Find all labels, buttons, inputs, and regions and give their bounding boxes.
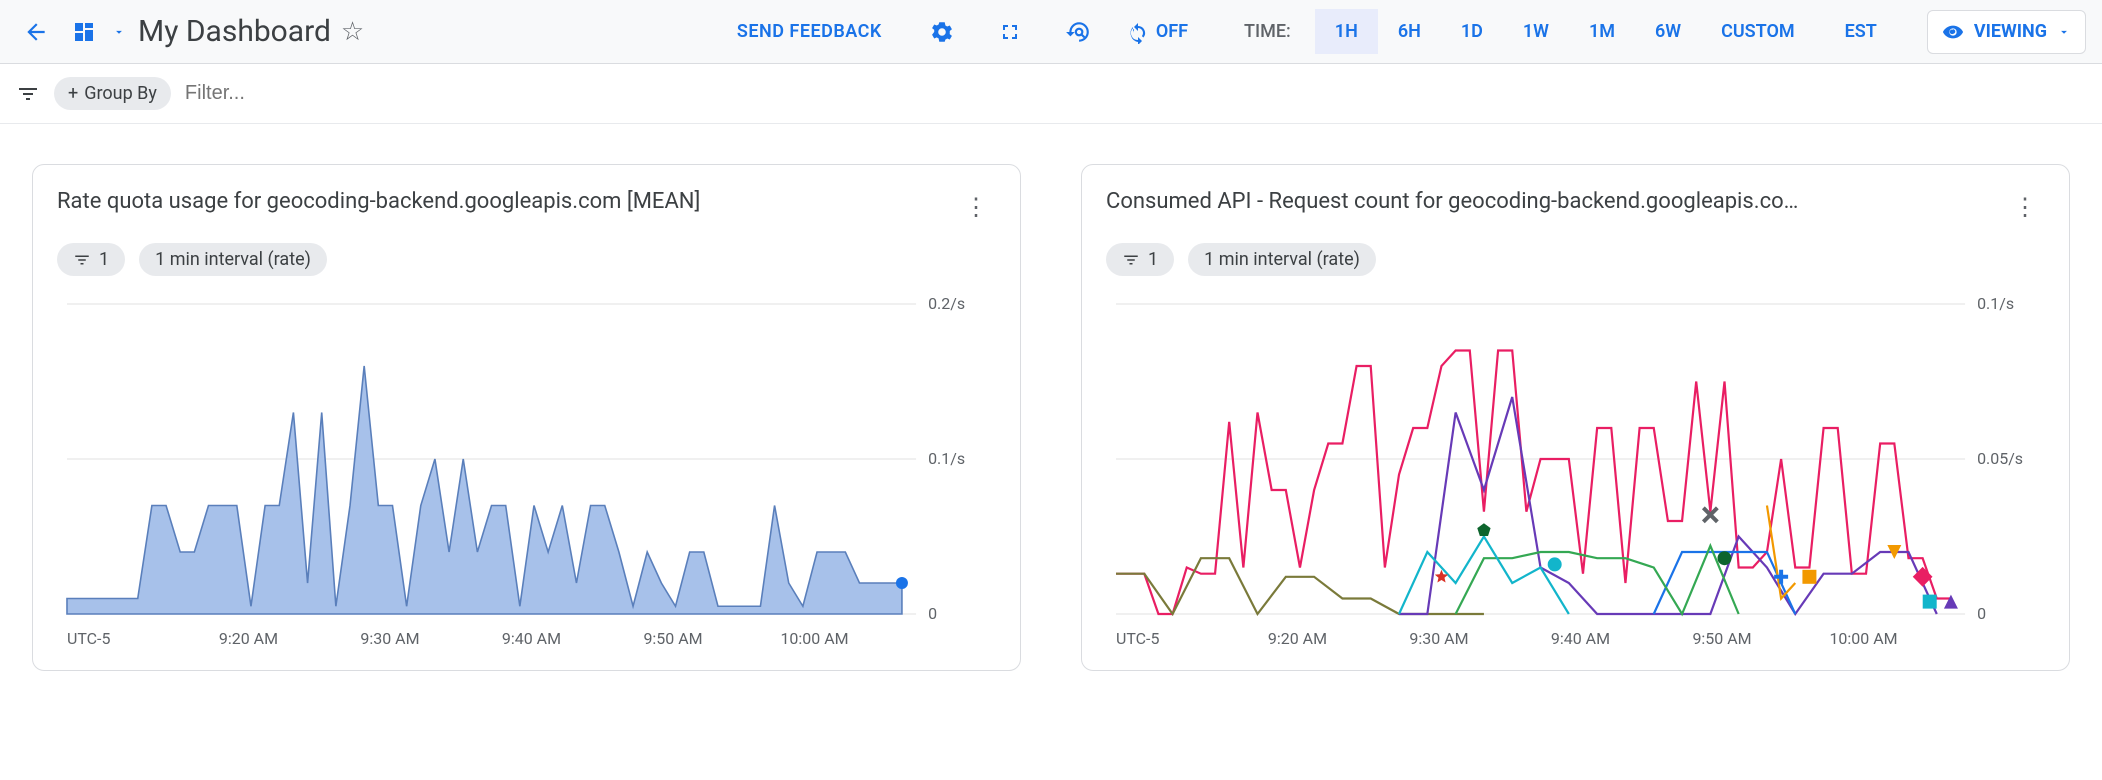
time-range-1h[interactable]: 1H xyxy=(1315,9,1378,54)
filter-count: 1 xyxy=(1148,249,1158,270)
interval-chip[interactable]: 1 min interval (rate) xyxy=(139,243,327,276)
svg-text:0.05/s: 0.05/s xyxy=(1977,449,2023,468)
svg-text:UTC-5: UTC-5 xyxy=(67,629,110,648)
send-feedback-link[interactable]: SEND FEEDBACK xyxy=(725,21,894,42)
svg-text:9:50 AM: 9:50 AM xyxy=(643,629,702,648)
fullscreen-icon[interactable] xyxy=(990,12,1030,52)
svg-text:0.1/s: 0.1/s xyxy=(928,449,965,468)
kebab-menu-icon[interactable]: ⋮ xyxy=(2005,189,2045,225)
svg-text:9:40 AM: 9:40 AM xyxy=(502,629,561,648)
kebab-menu-icon[interactable]: ⋮ xyxy=(956,189,996,225)
timezone-button[interactable]: EST xyxy=(1823,11,1899,52)
viewing-label: VIEWING xyxy=(1974,21,2047,42)
filter-list-icon[interactable] xyxy=(16,82,40,106)
svg-text:9:20 AM: 9:20 AM xyxy=(219,629,278,648)
time-range-1w[interactable]: 1W xyxy=(1503,9,1569,54)
chart-card-requests: Consumed API - Request count for geocodi… xyxy=(1081,164,2070,671)
favorite-star-icon[interactable]: ☆ xyxy=(341,17,364,47)
filter-input[interactable] xyxy=(185,82,485,105)
svg-text:0.1/s: 0.1/s xyxy=(1977,294,2014,313)
auto-refresh-label: OFF xyxy=(1156,21,1188,42)
layout-dropdown-icon[interactable] xyxy=(112,25,126,39)
filter-icon xyxy=(1122,251,1140,269)
chart-title: Rate quota usage for geocoding-backend.g… xyxy=(57,189,700,214)
topbar: My Dashboard ☆ SEND FEEDBACK OFF TIME: 1… xyxy=(0,0,2102,64)
chart-card-quota: Rate quota usage for geocoding-backend.g… xyxy=(32,164,1021,671)
interval-label: 1 min interval (rate) xyxy=(155,249,311,270)
svg-text:9:20 AM: 9:20 AM xyxy=(1268,629,1327,648)
time-range-6w[interactable]: 6W xyxy=(1635,9,1701,54)
svg-text:9:50 AM: 9:50 AM xyxy=(1692,629,1751,648)
time-label: TIME: xyxy=(1244,21,1291,42)
svg-text:UTC-5: UTC-5 xyxy=(1116,629,1159,648)
chart-area-requests[interactable]: 0 0.05/s 0.1/s UTC-5 9:20 AM 9:30 AM 9:40 AM 9:… xyxy=(1106,294,2045,654)
chart-area-quota[interactable]: 0 0.1/s 0.2/s UTC-5 9:20 AM 9:30 AM 9:40 AM 9:5… xyxy=(57,294,996,654)
filter-count-chip[interactable]: 1 xyxy=(57,243,125,276)
time-range-1d[interactable]: 1D xyxy=(1441,9,1503,54)
svg-text:0: 0 xyxy=(928,604,937,623)
svg-text:9:30 AM: 9:30 AM xyxy=(1409,629,1468,648)
zoom-reset-icon[interactable] xyxy=(1058,12,1098,52)
interval-chip[interactable]: 1 min interval (rate) xyxy=(1188,243,1376,276)
back-arrow-icon[interactable] xyxy=(16,12,56,52)
gear-icon[interactable] xyxy=(922,12,962,52)
svg-text:0.2/s: 0.2/s xyxy=(928,294,965,313)
eye-icon xyxy=(1942,21,1964,43)
filterbar: + Group By xyxy=(0,64,2102,124)
svg-text:9:30 AM: 9:30 AM xyxy=(360,629,419,648)
time-range-6h[interactable]: 6H xyxy=(1378,9,1441,54)
page-title: My Dashboard xyxy=(138,14,331,49)
interval-label: 1 min interval (rate) xyxy=(1204,249,1360,270)
auto-refresh-toggle[interactable]: OFF xyxy=(1126,20,1188,44)
svg-text:9:40 AM: 9:40 AM xyxy=(1551,629,1610,648)
chart-title: Consumed API - Request count for geocodi… xyxy=(1106,189,1798,214)
charts-row: Rate quota usage for geocoding-backend.g… xyxy=(0,124,2102,711)
time-range-1m[interactable]: 1M xyxy=(1569,9,1635,54)
time-range-selector: 1H 6H 1D 1W 1M 6W CUSTOM xyxy=(1315,9,1815,54)
plus-icon: + xyxy=(68,83,78,104)
svg-text:0: 0 xyxy=(1977,604,1986,623)
dashboard-layout-icon[interactable] xyxy=(64,12,104,52)
time-range-custom[interactable]: CUSTOM xyxy=(1701,9,1815,54)
filter-count: 1 xyxy=(99,249,109,270)
group-by-chip[interactable]: + Group By xyxy=(54,77,171,110)
svg-text:10:00 AM: 10:00 AM xyxy=(1829,629,1897,648)
group-by-label: Group By xyxy=(84,83,157,104)
filter-count-chip[interactable]: 1 xyxy=(1106,243,1174,276)
filter-icon xyxy=(73,251,91,269)
viewing-mode-button[interactable]: VIEWING xyxy=(1927,10,2086,54)
chevron-down-icon xyxy=(2057,25,2071,39)
svg-text:10:00 AM: 10:00 AM xyxy=(780,629,848,648)
